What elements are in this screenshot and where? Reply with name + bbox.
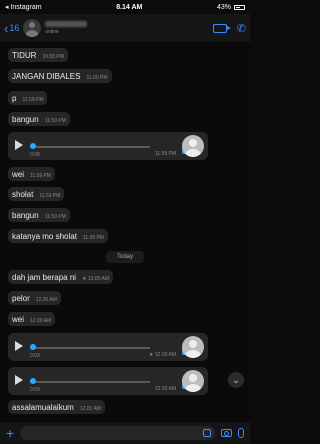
message-time: 11.59 PM (44, 117, 66, 124)
unread-count: 16 (9, 23, 20, 33)
audio-scrubber[interactable] (30, 344, 36, 350)
message-bubble[interactable]: wei 12.00 AM (8, 312, 56, 326)
day-divider: Today (106, 251, 144, 263)
battery-icon (234, 4, 245, 10)
audio-track[interactable] (30, 146, 150, 148)
message-time: 11.59 PM (44, 213, 66, 220)
message-bubble[interactable]: wei 11.59 PM (8, 167, 56, 181)
battery-percent: 43% (216, 3, 231, 11)
message-text: wei (12, 314, 25, 324)
sender-avatar (182, 135, 204, 157)
message-text: sholat (12, 189, 34, 199)
voice-duration: 0:03 (30, 353, 40, 359)
message-bubble[interactable]: JANGAN DIBALES 11.00 PM (8, 69, 112, 83)
sender-avatar (182, 370, 204, 392)
message-bubble[interactable]: katanya mo sholat 11.59 PM (8, 229, 108, 243)
header-actions: ✆ (212, 22, 246, 35)
voice-duration: 0:08 (30, 152, 40, 158)
message-text: TIDUR (12, 50, 37, 60)
message-time: 12.01 AM (79, 405, 101, 412)
message-text: p (12, 93, 17, 103)
audio-scrubber[interactable] (30, 378, 36, 384)
voice-message[interactable]: 0:03 ★ 12.00 AM (8, 333, 208, 361)
message-text: katanya mo sholat (12, 231, 77, 241)
play-icon[interactable] (15, 140, 23, 150)
message-time: 12.00 AM (30, 317, 52, 324)
message-text: assalamualaikum (12, 402, 74, 412)
microphone-icon[interactable] (238, 428, 244, 438)
message-input[interactable] (20, 426, 215, 440)
play-icon[interactable] (15, 375, 23, 385)
message-bubble[interactable]: TIDUR 10.59 PM (8, 48, 68, 62)
voice-message[interactable]: 0:09 12.00 AM (8, 367, 208, 395)
carrier-label: ◂ Instagram (5, 4, 42, 11)
input-bar: + (0, 422, 250, 444)
message-bubble[interactable]: bangun 11.59 PM (8, 208, 70, 222)
message-bubble[interactable]: sholat 11.59 PM (8, 187, 65, 201)
plus-icon[interactable]: + (6, 426, 14, 440)
contact-status: online (45, 29, 59, 35)
audio-scrubber[interactable] (30, 143, 36, 149)
scroll-down-button[interactable]: ⌄ (228, 372, 244, 388)
message-time: ★ 12.00 AM (149, 352, 176, 358)
chat-header: ‹ 16 online ✆ (0, 14, 250, 42)
message-text: dah jam berapa ni (12, 272, 77, 282)
voice-duration: 0:09 (30, 387, 40, 393)
message-time: 10.59 PM (42, 53, 64, 60)
audio-track[interactable] (30, 347, 150, 349)
message-time: 11.00 PM (86, 74, 108, 81)
phone-call-icon[interactable]: ✆ (237, 22, 246, 35)
status-bar: ◂ Instagram 8.14 AM 43% (0, 0, 250, 14)
back-button[interactable]: ‹ 16 (4, 22, 19, 35)
message-time: ★ 12.00 AM (82, 275, 110, 282)
video-call-icon[interactable] (212, 23, 231, 33)
message-time: 11.59 PM (30, 172, 52, 179)
play-icon[interactable] (15, 341, 23, 351)
message-bubble[interactable]: p 11.59 PM (8, 91, 48, 105)
chevron-down-icon: ⌄ (231, 374, 241, 386)
voice-message[interactable]: 0:08 11.59 PM (8, 132, 208, 160)
avatar[interactable] (23, 19, 42, 37)
message-text: pelor (12, 293, 30, 303)
message-time: 12.00 AM (35, 296, 57, 303)
message-bubble[interactable]: dah jam berapa ni ★ 12.00 AM (8, 270, 114, 284)
clock: 8.14 AM (116, 3, 143, 11)
message-time: 11.59 PM (39, 192, 61, 199)
camera-icon[interactable] (221, 429, 232, 437)
message-text: wei (12, 169, 25, 179)
message-bubble[interactable]: assalamualaikum 12.01 AM (8, 400, 105, 414)
message-time: 12.00 AM (154, 386, 176, 392)
message-time: 11.59 PM (82, 234, 104, 241)
contact-name-redacted (45, 21, 88, 27)
message-text: bangun (12, 210, 39, 220)
message-bubble[interactable]: bangun 11.59 PM (8, 112, 70, 126)
status-left: ◂ Instagram (5, 3, 42, 11)
audio-track[interactable] (30, 381, 150, 383)
message-list[interactable]: TIDUR 10.59 PM JANGAN DIBALES 11.00 PM p… (0, 42, 250, 422)
message-time: 11.59 PM (22, 96, 44, 103)
message-text: JANGAN DIBALES (12, 71, 81, 81)
contact-info[interactable]: online (45, 21, 88, 35)
chevron-left-icon: ‹ (4, 20, 9, 36)
status-right: 43% (217, 4, 245, 11)
sender-avatar (182, 336, 204, 358)
sticker-icon[interactable] (203, 429, 211, 437)
message-text: bangun (12, 114, 39, 124)
message-bubble[interactable]: pelor 12.00 AM (8, 291, 61, 305)
message-time: 11.59 PM (154, 151, 176, 157)
